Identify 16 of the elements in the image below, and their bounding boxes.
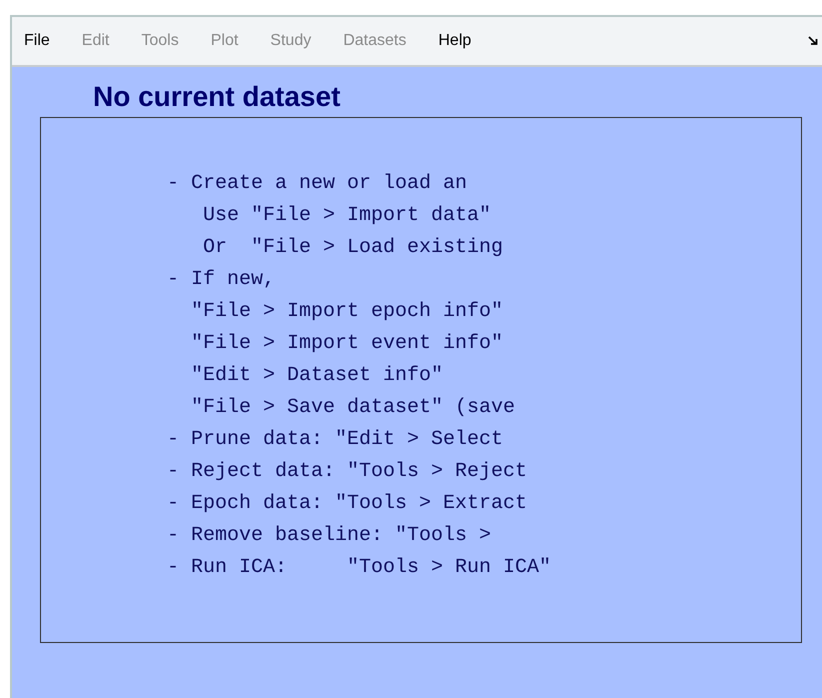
collapse-arrow-icon[interactable]	[808, 36, 818, 46]
menu-item[interactable]: Help	[428, 29, 482, 53]
instruction-line: "File > Save dataset" (save	[190, 395, 516, 421]
menu-item[interactable]: File	[14, 29, 60, 53]
instruction-line: - Run ICA: "Tools > Run ICA"	[167, 555, 552, 581]
instruction-line: Or "File > Load existing	[202, 235, 504, 261]
instruction-line: - Prune data: "Edit > Select	[167, 427, 504, 453]
instruction-line: - Remove baseline: "Tools >	[167, 523, 492, 549]
instruction-line: - Create a new or load an	[167, 171, 468, 197]
instruction-line: - Epoch data: "Tools > Extract	[167, 491, 528, 517]
instruction-line: - Reject data: "Tools > Reject	[167, 459, 528, 485]
instruction-line: - If new,	[167, 267, 276, 293]
instruction-line: "Edit > Dataset info"	[190, 363, 444, 389]
instruction-line: "File > Import event info"	[190, 331, 504, 357]
instruction-line: Use "File > Import data"	[202, 203, 492, 229]
instruction-line: "File > Import epoch info"	[190, 299, 504, 325]
